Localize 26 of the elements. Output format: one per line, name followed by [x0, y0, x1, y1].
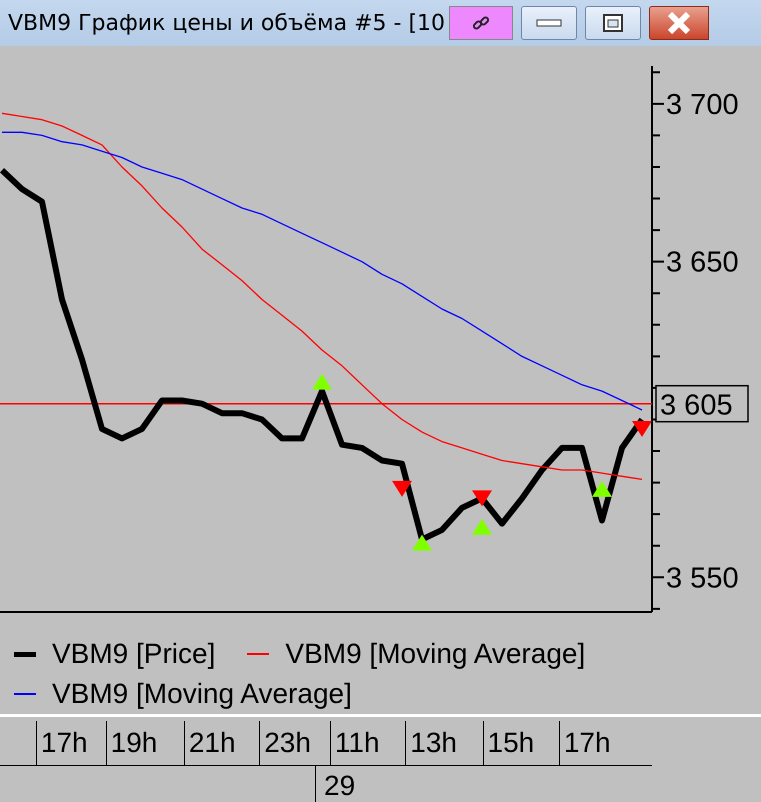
ref-line-label: 3 605: [660, 390, 733, 422]
minimize-icon: [536, 19, 562, 27]
axis-label: 3 650: [666, 246, 739, 279]
time-label: 11h: [330, 721, 406, 765]
link-button[interactable]: [449, 6, 514, 40]
chain-link-icon: [472, 14, 490, 32]
legend-label: VBM9 [Moving Average]: [285, 638, 586, 670]
axis-label: 3 700: [666, 88, 739, 121]
current-price-label: 3 605: [655, 384, 749, 422]
time-label: 17h: [36, 721, 106, 765]
time-label: 19h: [106, 721, 184, 765]
time-label: 23h: [259, 721, 330, 765]
maximize-button[interactable]: [585, 6, 642, 40]
close-button[interactable]: [649, 6, 710, 40]
axis-label: 3 550: [666, 562, 739, 594]
time-label: 13h: [405, 721, 482, 765]
legend-label: VBM9 [Price]: [52, 638, 216, 670]
minimize-button[interactable]: [521, 6, 578, 40]
close-icon: [666, 11, 692, 35]
time-label: 17h: [558, 721, 652, 765]
time-label: 21h: [184, 721, 260, 765]
legend-label: VBM9 [Moving Average]: [52, 678, 352, 710]
time-label: 15h: [482, 721, 559, 765]
date-label: 29: [315, 766, 356, 802]
maximize-icon: [602, 13, 624, 33]
window-title: VBM9 График цены и объёма #5 - [10: [8, 10, 446, 36]
